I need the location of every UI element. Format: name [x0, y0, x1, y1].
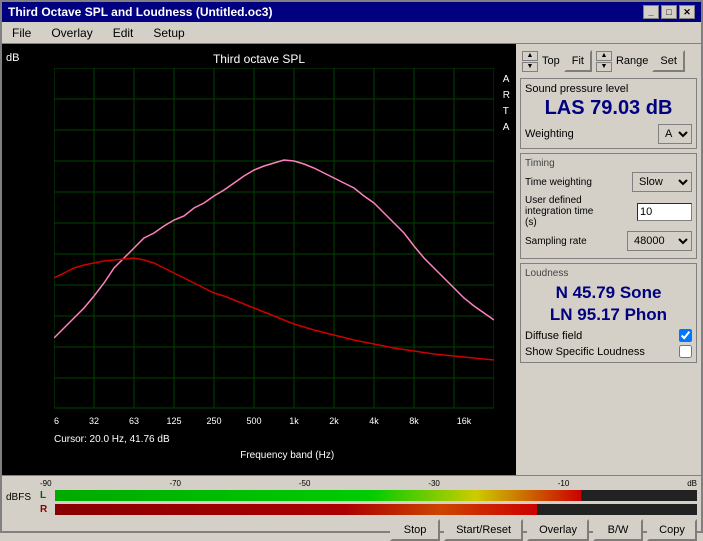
specific-loudness-row: Show Specific Loudness	[525, 345, 692, 358]
chart-side-labels: A R T A	[503, 72, 510, 136]
sampling-select[interactable]: 48000 44100 96000	[627, 231, 692, 251]
action-buttons-row: Stop Start/Reset Overlay B/W Copy	[6, 519, 697, 541]
time-weighting-label: Time weighting	[525, 177, 632, 188]
spl-section: Sound pressure level LAS 79.03 dB Weight…	[520, 78, 697, 149]
specific-loudness-checkbox[interactable]	[679, 345, 692, 358]
main-content: dB Third octave SPL A R T A	[2, 44, 701, 475]
fit-button[interactable]: Fit	[564, 50, 592, 72]
svg-text:250: 250	[206, 416, 221, 426]
range-up-arrow[interactable]: ▲	[596, 51, 612, 61]
specific-loudness-label: Show Specific Loudness	[525, 346, 645, 358]
top-range-controls: ▲ ▼ Top Fit ▲ ▼ Range Set	[520, 48, 697, 74]
svg-text:4k: 4k	[369, 416, 379, 426]
svg-text:32: 32	[89, 416, 99, 426]
overlay-button[interactable]: Overlay	[527, 519, 589, 541]
chart-svg: 89.00 81.00 73.00 65.00 57.00 49.00 41.0…	[54, 68, 494, 428]
top-label: Top	[542, 55, 560, 67]
l-level-fill	[55, 490, 581, 501]
menu-file[interactable]: File	[6, 24, 37, 42]
tick-minus90: -90	[40, 479, 52, 488]
level-meters-area: dBFS -90 -70 -50 -30 -10 dB L	[6, 478, 697, 516]
tick-minus10: -10	[558, 479, 570, 488]
sampling-row: Sampling rate 48000 44100 96000	[525, 231, 692, 251]
sampling-label: Sampling rate	[525, 236, 627, 247]
range-arrows: ▲ ▼	[596, 51, 612, 72]
diffuse-field-checkbox[interactable]	[679, 329, 692, 342]
title-bar: Third Octave SPL and Loudness (Untitled.…	[2, 2, 701, 22]
timing-section: Timing Time weighting Slow Fast Impulse …	[520, 153, 697, 259]
integration-input[interactable]	[637, 203, 692, 221]
r-channel-row: R	[40, 503, 697, 515]
l-channel-row: L	[40, 489, 697, 501]
level-bars-container: -90 -70 -50 -30 -10 dB L R	[40, 479, 697, 515]
loudness-section: Loudness N 45.79 Sone LN 95.17 Phon Diff…	[520, 263, 697, 363]
loudness-section-label: Loudness	[525, 268, 692, 279]
side-label-a1: A	[503, 72, 510, 88]
menu-bar: File Overlay Edit Setup	[2, 22, 701, 44]
time-weighting-select[interactable]: Slow Fast Impulse	[632, 172, 692, 192]
minimize-button[interactable]: _	[643, 5, 659, 19]
close-button[interactable]: ✕	[679, 5, 695, 19]
spl-section-label: Sound pressure level	[525, 83, 692, 95]
tick-minus70: -70	[169, 479, 181, 488]
side-label-t: T	[503, 104, 510, 120]
l-level-bar	[55, 490, 697, 501]
side-label-r: R	[503, 88, 510, 104]
maximize-button[interactable]: □	[661, 5, 677, 19]
weighting-label: Weighting	[525, 128, 574, 140]
weighting-row: Weighting A B C Z	[525, 124, 692, 144]
bw-button[interactable]: B/W	[593, 519, 643, 541]
integration-label: User defined integration time (s)	[525, 195, 605, 228]
svg-text:63: 63	[129, 416, 139, 426]
loudness-value: N 45.79 Sone LN 95.17 Phon	[525, 282, 692, 326]
svg-text:125: 125	[166, 416, 181, 426]
start-reset-button[interactable]: Start/Reset	[444, 519, 523, 541]
svg-text:500: 500	[246, 416, 261, 426]
l-label: L	[40, 490, 52, 501]
menu-overlay[interactable]: Overlay	[45, 24, 98, 42]
spl-value: LAS 79.03 dB	[525, 97, 692, 120]
top-arrows: ▲ ▼	[522, 51, 538, 72]
side-panel: ▲ ▼ Top Fit ▲ ▼ Range Set Sound pressure…	[516, 44, 701, 475]
level-ticks: -90 -70 -50 -30 -10 dB	[40, 479, 697, 488]
range-down-arrow[interactable]: ▼	[596, 62, 612, 72]
tick-minus30: -30	[428, 479, 440, 488]
tick-minus50: -50	[299, 479, 311, 488]
set-button[interactable]: Set	[652, 50, 685, 72]
range-label: Range	[616, 55, 648, 67]
title-bar-buttons: _ □ ✕	[643, 5, 695, 19]
bottom-bar: dBFS -90 -70 -50 -30 -10 dB L	[2, 475, 701, 531]
top-down-arrow[interactable]: ▼	[522, 62, 538, 72]
timing-section-label: Timing	[525, 158, 692, 169]
stop-button[interactable]: Stop	[390, 519, 440, 541]
weighting-select[interactable]: A B C Z	[658, 124, 692, 144]
main-window: Third Octave SPL and Loudness (Untitled.…	[0, 0, 703, 533]
menu-edit[interactable]: Edit	[107, 24, 140, 42]
top-up-arrow[interactable]: ▲	[522, 51, 538, 61]
diffuse-field-row: Diffuse field	[525, 329, 692, 342]
integration-row: User defined integration time (s)	[525, 195, 692, 228]
cursor-text: Cursor: 20.0 Hz, 41.76 dB	[54, 434, 170, 445]
svg-text:2k: 2k	[329, 416, 339, 426]
copy-button[interactable]: Copy	[647, 519, 697, 541]
x-axis-label: Frequency band (Hz)	[240, 450, 334, 461]
menu-setup[interactable]: Setup	[147, 24, 190, 42]
dbfs-label: dBFS	[6, 492, 36, 503]
svg-text:8k: 8k	[409, 416, 419, 426]
svg-text:16: 16	[54, 416, 59, 426]
svg-text:16k: 16k	[457, 416, 472, 426]
window-title: Third Octave SPL and Loudness (Untitled.…	[8, 5, 272, 19]
tick-db: dB	[687, 479, 697, 488]
y-axis-label: dB	[6, 52, 19, 64]
r-level-bar	[55, 504, 697, 515]
diffuse-field-label: Diffuse field	[525, 330, 582, 342]
r-label: R	[40, 504, 52, 515]
r-level-fill	[55, 504, 537, 515]
side-label-a2: A	[503, 120, 510, 136]
time-weighting-row: Time weighting Slow Fast Impulse	[525, 172, 692, 192]
chart-title: Third octave SPL	[213, 52, 305, 66]
svg-text:1k: 1k	[289, 416, 299, 426]
chart-area: dB Third octave SPL A R T A	[2, 44, 516, 475]
